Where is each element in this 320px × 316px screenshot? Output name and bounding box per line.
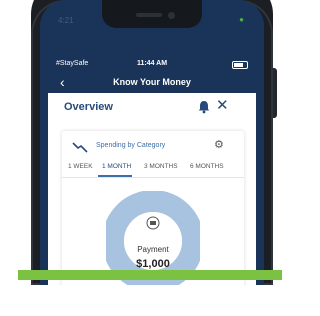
- tab-1-month[interactable]: 1 MONTH: [102, 163, 131, 170]
- close-icon[interactable]: ✕: [216, 96, 229, 114]
- tab-1-week[interactable]: 1 WEEK: [68, 163, 93, 170]
- active-tab-underline: [98, 175, 132, 177]
- green-accent-bar: [18, 270, 282, 280]
- overview-title: Overview: [64, 101, 113, 113]
- trend-down-icon: [72, 142, 88, 153]
- phone-side-button: [273, 68, 277, 118]
- spending-label[interactable]: Spending by Category: [96, 142, 165, 149]
- signal-icon: ●: [239, 15, 244, 24]
- tab-3-months[interactable]: 3 MONTHS: [144, 163, 178, 170]
- overview-card: Overview ✕ Spending by Category ⚙ 1 WEEK…: [48, 93, 256, 285]
- battery-icon: [232, 61, 248, 69]
- donut-center-label: Payment: [137, 245, 169, 254]
- gear-icon[interactable]: ⚙: [214, 138, 224, 151]
- status-bar: #StaySafe 11:44 AM: [40, 58, 264, 70]
- nav-bar: ‹ Know Your Money: [40, 72, 264, 94]
- status-time: 11:44 AM: [136, 60, 168, 67]
- bell-icon[interactable]: [196, 99, 212, 115]
- spending-panel: Spending by Category ⚙ 1 WEEK 1 MONTH 3 …: [62, 131, 244, 285]
- camera: [168, 12, 175, 19]
- donut-center-value: $1,000: [136, 258, 170, 270]
- period-tabs: 1 WEEK 1 MONTH 3 MONTHS 6 MONTHS: [62, 155, 244, 178]
- speaker: [136, 13, 162, 17]
- nav-title: Know Your Money: [113, 77, 191, 87]
- phone-notch: [102, 0, 202, 28]
- system-clock: 4:21: [58, 16, 74, 25]
- tab-6-months[interactable]: 6 MONTHS: [190, 163, 224, 170]
- phone-screen: 4:21 ● #StaySafe 11:44 AM ‹ Know Your Mo…: [40, 0, 264, 285]
